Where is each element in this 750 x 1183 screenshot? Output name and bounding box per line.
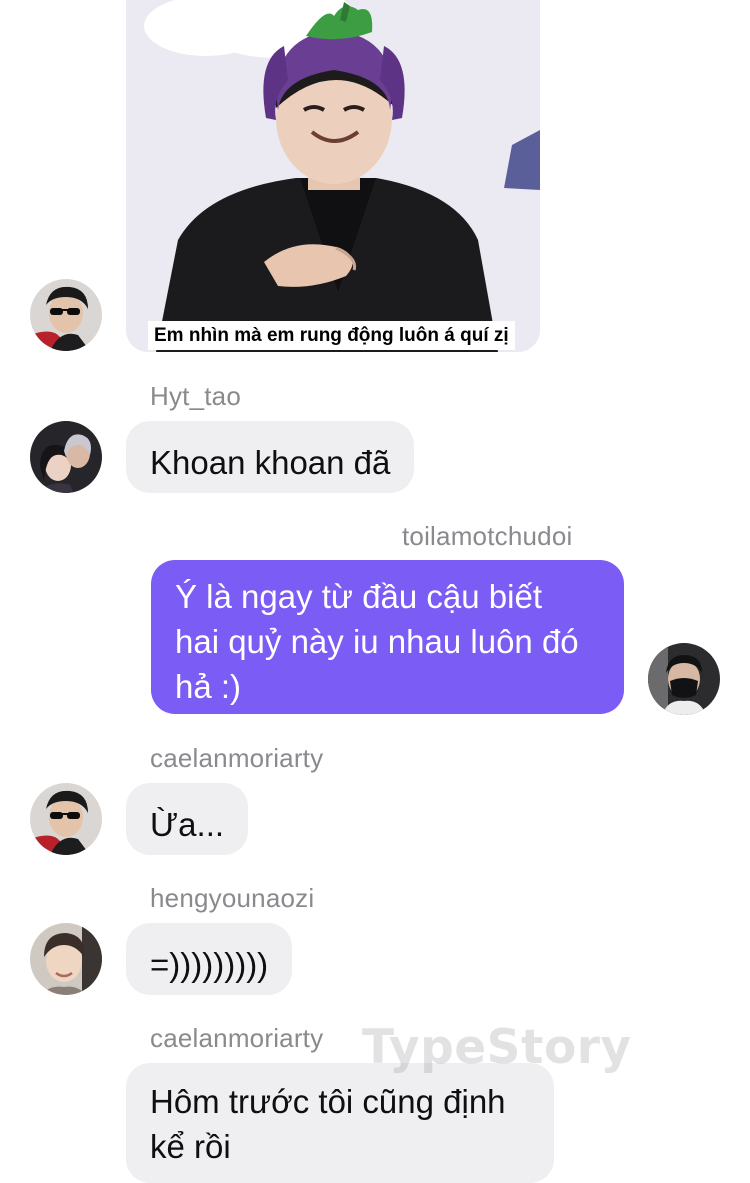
sender-username: Hyt_tao [150, 381, 242, 411]
image-message[interactable]: Em nhìn mà em rung động luôn á quí zị [126, 0, 540, 352]
avatar-sunglasses[interactable] [30, 279, 102, 351]
message-line: Hôm trước tôi cũng định [150, 1083, 506, 1120]
avatar-couple[interactable] [30, 421, 102, 493]
avatar-mask-icon [648, 643, 720, 715]
watermark: TypeStory [362, 1020, 632, 1075]
message-line: hai quỷ này iu nhau luôn đó [175, 623, 579, 660]
message-bubble[interactable]: Hôm trước tôi cũng định kể rồi [126, 1063, 554, 1183]
avatar-sunglasses[interactable] [30, 783, 102, 855]
meme-image [126, 0, 540, 352]
message-bubble[interactable]: Khoan khoan đã [126, 421, 415, 493]
avatar-sunglasses-icon [30, 783, 102, 855]
message-bubble[interactable]: Ừa... [126, 783, 249, 855]
sender-username: caelanmoriarty [150, 743, 324, 773]
message-line: Ý là ngay từ đầu cậu biết [175, 578, 542, 615]
message-line: kể rồi [150, 1128, 231, 1165]
sender-username: toilamotchudoi [402, 521, 573, 551]
avatar-young-man-icon [30, 923, 102, 995]
sender-username: caelanmoriarty [150, 1023, 324, 1053]
avatar-young-man[interactable] [30, 923, 102, 995]
image-caption: Em nhìn mà em rung động luôn á quí zị [148, 321, 515, 350]
message-line: hả :) [175, 668, 242, 705]
avatar-sunglasses-icon [30, 279, 102, 351]
sender-username: hengyounaozi [150, 883, 315, 913]
avatar-mask[interactable] [648, 643, 720, 715]
message-bubble[interactable]: =))))))))) [126, 923, 293, 995]
my-message-bubble[interactable]: Ý là ngay từ đầu cậu biết hai quỷ này iu… [151, 560, 624, 714]
avatar-couple-icon [30, 421, 102, 493]
